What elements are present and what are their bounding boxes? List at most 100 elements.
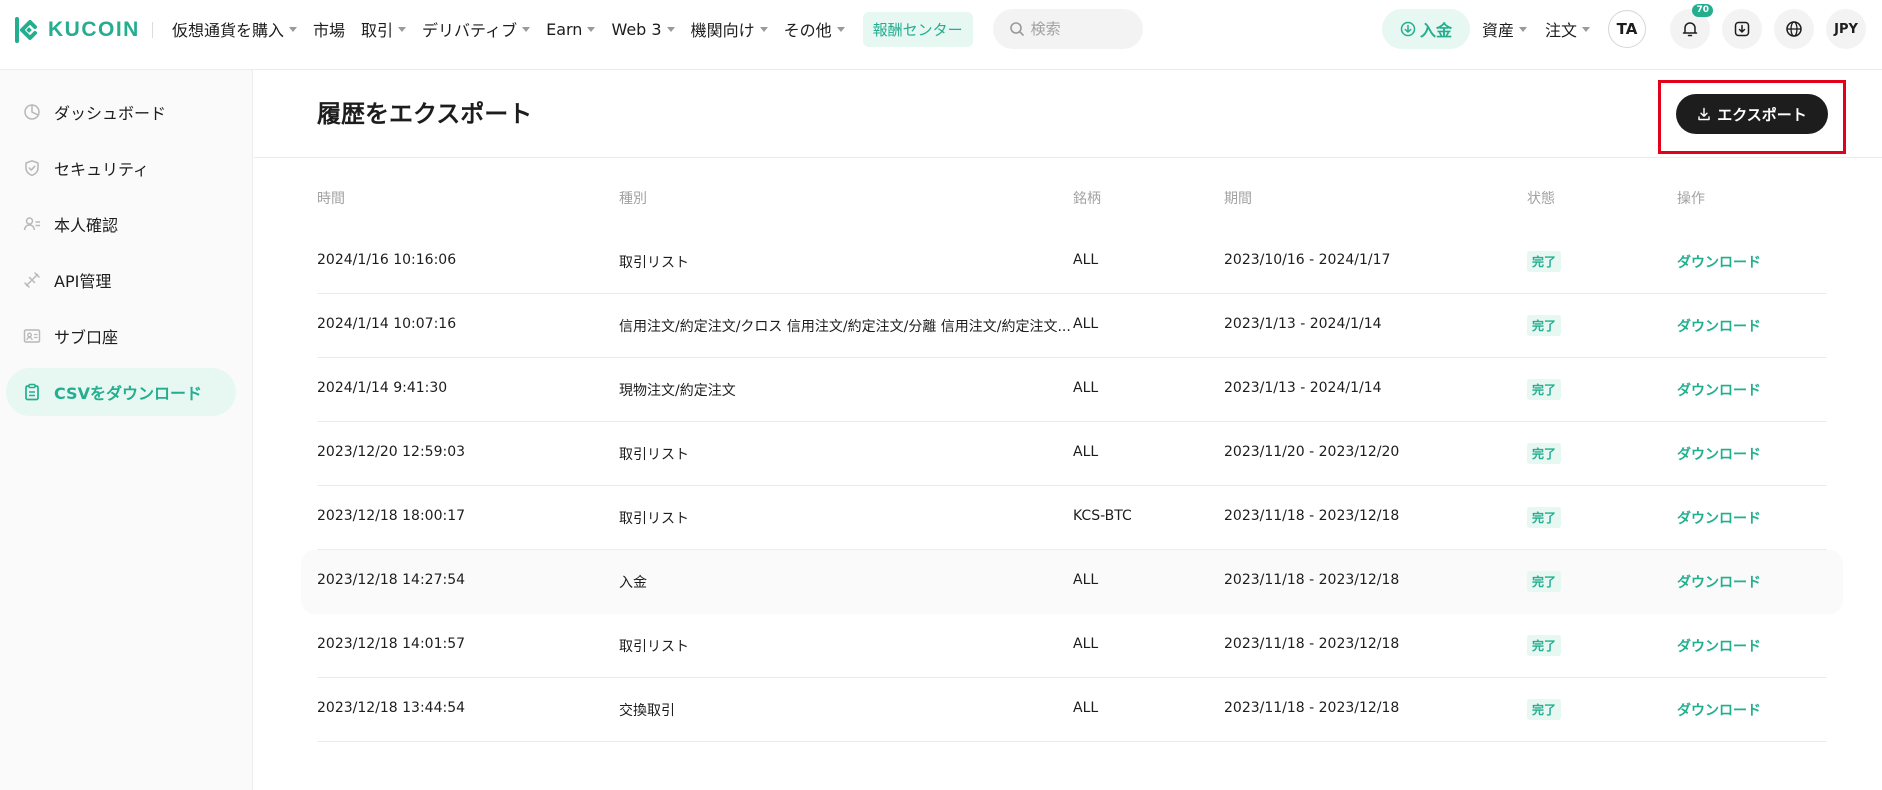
sidebar-item-label: 本人確認: [54, 216, 119, 235]
column-header-type: 種別: [619, 191, 647, 207]
sidebar-item-sub-account[interactable]: サブ口座: [6, 312, 236, 360]
search-box[interactable]: [992, 9, 1143, 49]
status-badge: 完了: [1527, 443, 1562, 464]
download-link[interactable]: ダウンロード: [1677, 380, 1761, 400]
cell-type: 取引リスト: [619, 639, 689, 655]
download-link[interactable]: ダウンロード: [1677, 444, 1761, 464]
column-header-action: 操作: [1677, 191, 1705, 207]
currency-button[interactable]: JPY: [1826, 9, 1866, 49]
avatar[interactable]: TA: [1608, 10, 1646, 48]
sidebar-item-label: ダッシュボード: [54, 104, 167, 123]
shield-icon: [22, 158, 42, 178]
language-button[interactable]: [1774, 9, 1814, 49]
column-header-symbol: 銘柄: [1073, 191, 1101, 207]
menu-web3[interactable]: Web 3: [611, 20, 675, 39]
cell-period: 2023/11/18 - 2023/12/18: [1224, 508, 1400, 524]
table-row: 2024/1/16 10:16:06 取引リスト ALL 2023/10/16 …: [317, 230, 1827, 294]
header-actions: 入金 資産 注文 TA 70 JPY: [1381, 0, 1866, 58]
chevron-down-icon: [759, 26, 768, 32]
cell-time: 2024/1/14 9:41:30: [317, 380, 448, 396]
chevron-down-icon: [522, 26, 531, 32]
sidebar-item-security[interactable]: セキュリティ: [6, 144, 236, 192]
table-row: 2023/12/18 18:00:17 取引リスト KCS-BTC 2023/1…: [317, 486, 1827, 550]
cell-symbol: ALL: [1073, 444, 1099, 460]
sidebar-item-label: サブ口座: [54, 328, 119, 347]
chevron-down-icon: [666, 26, 675, 32]
column-header-status: 状態: [1527, 191, 1555, 207]
table-row: 2024/1/14 9:41:30 現物注文/約定注文 ALL 2023/1/1…: [317, 358, 1827, 422]
deposit-button[interactable]: 入金: [1381, 9, 1470, 49]
clipboard-icon: [22, 382, 42, 402]
menu-label: Earn: [546, 19, 583, 39]
cell-period: 2023/1/13 - 2024/1/14: [1224, 316, 1382, 332]
cell-type: 入金: [619, 575, 647, 591]
reward-center-button[interactable]: 報酬センター: [862, 11, 973, 47]
column-header-period: 期間: [1224, 191, 1252, 207]
menu-label: デリバティブ: [422, 21, 518, 40]
menu-label: 取引: [361, 21, 394, 40]
logo-divider: [152, 22, 153, 38]
orders-menu[interactable]: 注文: [1545, 17, 1590, 41]
kucoin-logo[interactable]: KUCOIN: [14, 16, 140, 44]
menu-derivatives[interactable]: デリバティブ: [422, 17, 531, 41]
menu-trade[interactable]: 取引: [361, 17, 407, 41]
top-navigation: KUCOIN 仮想通貨を購入 市場 取引 デリバティブ Earn Web 3 機…: [0, 0, 1882, 70]
cell-type: 取引リスト: [619, 511, 689, 527]
kucoin-logo-icon: [15, 17, 37, 43]
cell-time: 2023/12/18 13:44:54: [317, 700, 466, 716]
sidebar-item-dashboard[interactable]: ダッシュボード: [6, 88, 236, 136]
download-link[interactable]: ダウンロード: [1677, 572, 1761, 592]
notifications-button[interactable]: 70: [1670, 4, 1713, 49]
download-link[interactable]: ダウンロード: [1677, 252, 1761, 272]
cell-period: 2023/11/18 - 2023/12/18: [1224, 700, 1400, 716]
download-link[interactable]: ダウンロード: [1677, 316, 1761, 336]
status-badge: 完了: [1527, 699, 1562, 720]
status-badge: 完了: [1527, 315, 1562, 336]
highlight-annotation: [1658, 80, 1846, 154]
table-header: 時間 種別 銘柄 期間 状態 操作: [317, 188, 1827, 230]
status-badge: 完了: [1527, 507, 1562, 528]
sidebar-item-identity[interactable]: 本人確認: [6, 200, 236, 248]
table-row: 2023/12/18 13:44:54 交換取引 ALL 2023/11/18 …: [317, 678, 1827, 742]
chevron-down-icon: [289, 26, 298, 32]
cell-symbol: ALL: [1073, 700, 1099, 716]
status-badge: 完了: [1527, 571, 1562, 592]
search-icon: [1009, 22, 1024, 36]
sidebar-item-csv-download[interactable]: CSVをダウンロード: [6, 368, 236, 416]
sidebar-item-label: API管理: [54, 272, 112, 291]
assets-menu[interactable]: 資産: [1482, 17, 1527, 41]
table-row: 2023/12/18 14:27:54 入金 ALL 2023/11/18 - …: [301, 550, 1843, 614]
chevron-down-icon: [587, 26, 596, 32]
sidebar-item-api[interactable]: API管理: [6, 256, 236, 304]
menu-label: 仮想通貨を購入: [172, 21, 285, 40]
menu-buy-crypto[interactable]: 仮想通貨を購入: [172, 17, 298, 41]
cell-time: 2023/12/18 14:01:57: [317, 636, 466, 652]
cell-symbol: ALL: [1073, 316, 1099, 332]
download-link[interactable]: ダウンロード: [1677, 700, 1761, 720]
download-link[interactable]: ダウンロード: [1677, 636, 1761, 656]
main-content: 履歴をエクスポート エクスポート 時間 種別 銘柄 期間 状態 操作 2024/…: [254, 70, 1882, 790]
chevron-down-icon: [398, 26, 407, 32]
status-badge: 完了: [1527, 635, 1562, 656]
download-app-icon: [1734, 21, 1750, 37]
download-link[interactable]: ダウンロード: [1677, 508, 1761, 528]
menu-label: 市場: [313, 21, 346, 40]
download-app-button[interactable]: [1722, 9, 1762, 49]
search-input[interactable]: [1030, 20, 1127, 38]
menu-markets[interactable]: 市場: [313, 17, 345, 41]
sidebar-item-label: CSVをダウンロード: [54, 384, 202, 403]
cell-time: 2024/1/16 10:16:06: [317, 252, 457, 268]
menu-institutional[interactable]: 機関向け: [691, 17, 768, 41]
globe-icon: [1786, 21, 1802, 37]
menu-earn[interactable]: Earn: [546, 19, 596, 39]
menu-more[interactable]: その他: [784, 17, 845, 41]
column-header-time: 時間: [317, 191, 345, 207]
cell-type: 取引リスト: [619, 255, 689, 271]
cell-symbol: KCS-BTC: [1073, 508, 1132, 524]
cell-symbol: ALL: [1073, 252, 1099, 268]
sidebar: ダッシュボード セキュリティ 本人確認 API管理 サブ口座 CSVをダウンロー…: [0, 70, 253, 790]
assets-label: 資産: [1481, 21, 1514, 40]
sub-account-icon: [22, 326, 42, 346]
deposit-icon: [1400, 21, 1416, 37]
chevron-down-icon: [1582, 26, 1590, 32]
